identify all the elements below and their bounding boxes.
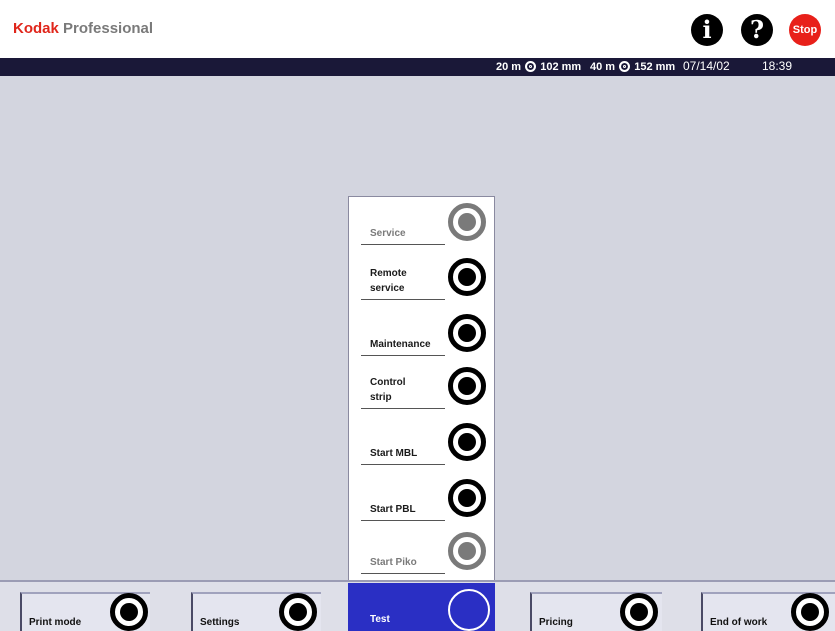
status-date: 07/14/02: [683, 59, 730, 73]
select-circle-icon: [448, 589, 490, 631]
divider: [361, 573, 445, 574]
menu-item-label: Start MBL: [370, 448, 418, 459]
menu-item-start-piko[interactable]: Start Piko: [361, 528, 489, 578]
menu-item-start-pbl[interactable]: Start PBL: [361, 475, 489, 525]
menu-item-remote-service[interactable]: Remote service: [361, 254, 489, 304]
brand-kodak: Kodak: [13, 20, 59, 37]
select-circle-icon: [279, 593, 317, 631]
select-circle-icon[interactable]: [448, 367, 486, 405]
paper-spool-icon: [525, 61, 537, 72]
menu-item-label: Remote service: [370, 268, 407, 294]
select-circle-icon[interactable]: [448, 532, 486, 570]
select-circle-icon[interactable]: [448, 314, 486, 352]
spool-2-status: 40 m 152 mm: [590, 60, 675, 74]
menu-item-control-strip[interactable]: Control strip: [361, 363, 489, 413]
select-circle-icon[interactable]: [448, 258, 486, 296]
select-circle-icon[interactable]: [448, 479, 486, 517]
divider: [361, 355, 445, 356]
select-circle-icon: [791, 593, 829, 631]
test-button[interactable]: Test: [348, 583, 495, 631]
settings-button[interactable]: Settings: [191, 592, 321, 631]
menu-item-label: Maintenance: [370, 339, 431, 350]
select-circle-icon[interactable]: [448, 203, 486, 241]
status-time: 18:39: [762, 59, 793, 73]
divider: [361, 464, 445, 465]
spool-1-width: 102 mm: [540, 61, 582, 73]
info-icon[interactable]: i: [691, 14, 723, 46]
button-label: End of work: [710, 617, 768, 628]
button-label: Print mode: [29, 617, 82, 628]
spool-1-length: 20 m: [496, 61, 522, 73]
status-bar: 20 m 102 mm 40 m 152 mm 07/14/02 18:39: [0, 58, 835, 76]
menu-item-start-mbl[interactable]: Start MBL: [361, 419, 489, 469]
menu-item-label: Start Piko: [370, 557, 417, 568]
print-mode-button[interactable]: Print mode: [20, 592, 150, 631]
spool-2-width: 152 mm: [634, 61, 676, 73]
menu-item-label: Control strip: [370, 377, 406, 403]
button-label: Test: [370, 614, 390, 625]
select-circle-icon: [620, 593, 658, 631]
help-icon[interactable]: ?: [741, 14, 773, 46]
divider: [361, 408, 445, 409]
spool-2-length: 40 m: [590, 61, 616, 73]
spool-1-status: 20 m 102 mm: [496, 60, 581, 74]
menu-item-label: Service: [370, 228, 406, 239]
pricing-button[interactable]: Pricing: [530, 592, 662, 631]
header: Kodak Professional i ? Stop: [0, 0, 835, 58]
end-of-work-button[interactable]: End of work: [701, 592, 835, 631]
button-label: Pricing: [539, 617, 573, 628]
divider: [361, 520, 445, 521]
test-menu-popup: Service Remote service Maintenance Contr…: [348, 196, 495, 584]
stop-button[interactable]: Stop: [789, 14, 821, 46]
menu-item-service[interactable]: Service: [361, 199, 489, 249]
select-circle-icon: [110, 593, 148, 631]
divider: [361, 299, 445, 300]
select-circle-icon[interactable]: [448, 423, 486, 461]
paper-spool-icon: [619, 61, 631, 72]
kodak-professional-logo: Kodak Professional: [13, 20, 153, 38]
brand-professional: Professional: [63, 20, 154, 37]
menu-item-label: Start PBL: [370, 504, 416, 515]
menu-item-maintenance[interactable]: Maintenance: [361, 310, 489, 360]
divider: [361, 244, 445, 245]
button-label: Settings: [200, 617, 240, 628]
